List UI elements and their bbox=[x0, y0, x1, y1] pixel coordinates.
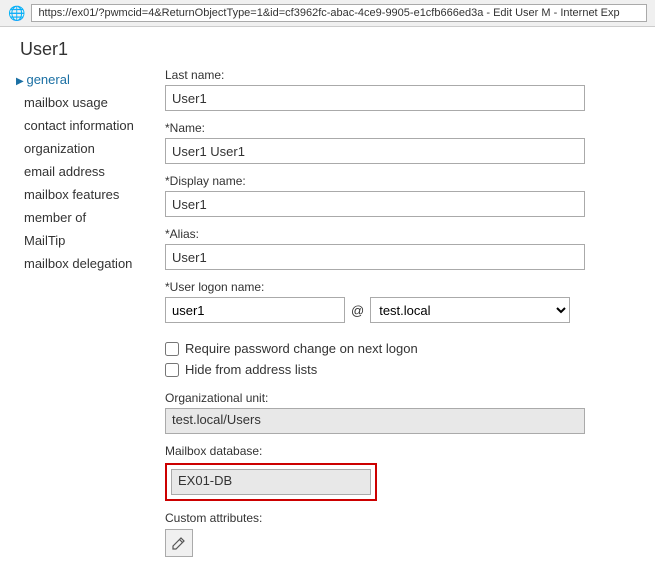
domain-select[interactable]: test.local bbox=[370, 297, 570, 323]
logon-name-group: *User logon name: @ test.local bbox=[165, 280, 635, 323]
org-unit-value: test.local/Users bbox=[165, 408, 585, 434]
sidebar-item-organization[interactable]: organization bbox=[10, 137, 145, 160]
logon-name-label: *User logon name: bbox=[165, 280, 635, 294]
last-name-group: Last name: bbox=[165, 68, 635, 111]
alias-label: *Alias: bbox=[165, 227, 635, 241]
require-password-checkbox[interactable] bbox=[165, 342, 179, 356]
display-name-label: *Display name: bbox=[165, 174, 635, 188]
logon-username-input[interactable] bbox=[165, 297, 345, 323]
last-name-input[interactable] bbox=[165, 85, 585, 111]
hide-address-row: Hide from address lists bbox=[165, 362, 635, 377]
mailbox-db-label: Mailbox database: bbox=[165, 444, 635, 458]
require-password-label: Require password change on next logon bbox=[185, 341, 418, 356]
display-name-input[interactable] bbox=[165, 191, 585, 217]
hide-address-label: Hide from address lists bbox=[185, 362, 317, 377]
sidebar-item-email-address[interactable]: email address bbox=[10, 160, 145, 183]
name-input[interactable] bbox=[165, 138, 585, 164]
org-unit-group: Organizational unit: test.local/Users bbox=[165, 391, 635, 434]
name-label: *Name: bbox=[165, 121, 635, 135]
custom-attributes-group: Custom attributes: bbox=[165, 511, 635, 557]
alias-group: *Alias: bbox=[165, 227, 635, 270]
sidebar-item-mailbox-features[interactable]: mailbox features bbox=[10, 183, 145, 206]
require-password-row: Require password change on next logon bbox=[165, 341, 635, 356]
mailbox-db-highlight: EX01-DB bbox=[165, 463, 377, 501]
custom-attributes-label: Custom attributes: bbox=[165, 511, 635, 525]
mailbox-db-value: EX01-DB bbox=[171, 469, 371, 495]
sidebar-item-general[interactable]: general bbox=[10, 68, 145, 91]
main-panel: Last name: *Name: *Display name: *Alias:… bbox=[155, 68, 655, 587]
sidebar-item-mailbox-delegation[interactable]: mailbox delegation bbox=[10, 252, 145, 275]
sidebar: general mailbox usage contact informatio… bbox=[0, 68, 155, 587]
logon-row: @ test.local bbox=[165, 297, 635, 323]
mailbox-db-group: Mailbox database: EX01-DB bbox=[165, 444, 635, 501]
at-sign: @ bbox=[351, 303, 364, 318]
name-group: *Name: bbox=[165, 121, 635, 164]
sidebar-item-member-of[interactable]: member of bbox=[10, 206, 145, 229]
browser-bar: 🌐 https://ex01/?pwmcid=4&ReturnObjectTyp… bbox=[0, 0, 655, 27]
alias-input[interactable] bbox=[165, 244, 585, 270]
sidebar-item-contact-information[interactable]: contact information bbox=[10, 114, 145, 137]
hide-address-checkbox[interactable] bbox=[165, 363, 179, 377]
edit-icon bbox=[172, 536, 186, 550]
last-name-label: Last name: bbox=[165, 68, 635, 82]
ie-icon: 🌐 bbox=[8, 5, 25, 22]
display-name-group: *Display name: bbox=[165, 174, 635, 217]
sidebar-item-mailbox-usage[interactable]: mailbox usage bbox=[10, 91, 145, 114]
page-title: User1 bbox=[0, 27, 655, 68]
org-unit-label: Organizational unit: bbox=[165, 391, 635, 405]
url-bar[interactable]: https://ex01/?pwmcid=4&ReturnObjectType=… bbox=[31, 4, 647, 22]
sidebar-item-mailtip[interactable]: MailTip bbox=[10, 229, 145, 252]
custom-attributes-edit-button[interactable] bbox=[165, 529, 193, 557]
mailbox-db-inner: EX01-DB bbox=[171, 469, 371, 495]
